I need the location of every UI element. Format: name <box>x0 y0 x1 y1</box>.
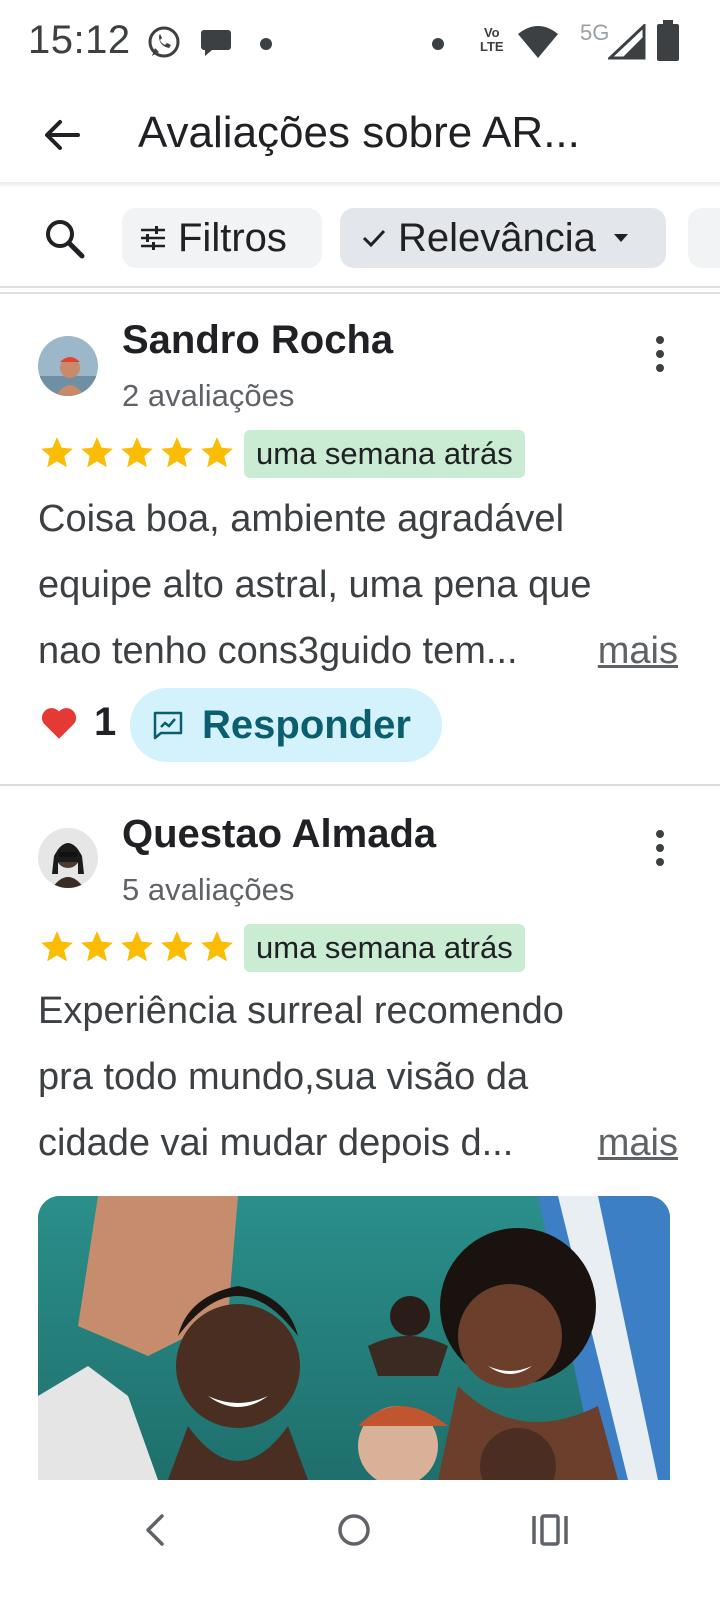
heart-icon <box>41 707 77 739</box>
app-bar: Avaliações sobre AR... <box>0 88 720 184</box>
reaction-count: 1 <box>94 700 117 744</box>
star-icon <box>121 437 153 468</box>
chips-divider <box>0 286 720 288</box>
sort-label: Relevância <box>398 215 596 260</box>
reviewer-review-count: 5 avaliações <box>122 872 295 907</box>
star-rating <box>38 434 236 472</box>
next-chip[interactable] <box>688 208 720 268</box>
review-text-line: equipe alto astral, uma pena que <box>38 564 592 606</box>
more-options-icon[interactable] <box>640 818 680 878</box>
search-icon[interactable] <box>40 214 88 262</box>
avatar[interactable] <box>38 828 98 888</box>
star-icon <box>81 437 113 468</box>
battery-icon <box>657 20 679 61</box>
reply-label: Responder <box>202 702 411 747</box>
tune-icon <box>138 223 168 253</box>
filters-label: Filtros <box>178 215 287 260</box>
signal-icon <box>608 24 646 60</box>
check-icon <box>360 224 388 252</box>
review-text-line: nao tenho cons3guido tem... <box>38 630 518 672</box>
reply-icon <box>152 710 184 740</box>
star-icon <box>41 437 73 468</box>
wifi-icon <box>518 26 558 58</box>
review-photo[interactable] <box>38 1196 670 1480</box>
page-title: Avaliações sobre AR... <box>138 108 580 157</box>
nav-recents-icon[interactable] <box>520 1500 580 1560</box>
dot-icon <box>260 38 272 50</box>
avatar[interactable] <box>38 336 98 396</box>
star-icon <box>41 931 73 962</box>
star-icon <box>201 437 233 468</box>
review-divider <box>0 784 720 786</box>
star-icon <box>121 931 153 962</box>
reply-button[interactable]: Responder <box>130 688 442 762</box>
review-date-badge: uma semana atrás <box>244 924 525 972</box>
filter-chips-row: Filtros Relevância <box>0 192 720 288</box>
reviewer-review-count: 2 avaliações <box>122 378 295 413</box>
reviewer-name[interactable]: Sandro Rocha <box>122 318 393 363</box>
more-options-icon[interactable] <box>640 324 680 384</box>
app-bar-shadow <box>0 182 720 188</box>
system-navigation-bar <box>0 1480 720 1600</box>
review-text[interactable]: Coisa boa, ambiente agradável equipe alt… <box>38 486 678 684</box>
review-text[interactable]: Experiência surreal recomendo pra todo m… <box>38 978 678 1176</box>
dropdown-arrow-icon <box>612 232 630 244</box>
review-text-line: Coisa boa, ambiente agradável <box>38 498 565 540</box>
reaction-summary[interactable]: 1 <box>38 700 116 745</box>
sort-relevance-chip[interactable]: Relevância <box>340 208 666 268</box>
group-selfie-image <box>38 1196 670 1480</box>
more-link[interactable]: mais <box>585 618 678 684</box>
star-icon <box>201 931 233 962</box>
dot-icon <box>432 38 444 50</box>
status-bar: 15:12 Vo LTE 5G <box>0 0 720 88</box>
review-date-badge: uma semana atrás <box>244 430 525 478</box>
back-arrow-icon[interactable] <box>38 110 88 160</box>
reviewer-name[interactable]: Questao Almada <box>122 812 436 857</box>
star-icon <box>81 931 113 962</box>
review-text-line: Experiência surreal recomendo <box>38 990 564 1032</box>
status-time: 15:12 <box>28 18 131 62</box>
star-icon <box>161 437 193 468</box>
chat-bubble-icon <box>201 30 231 56</box>
star-rating <box>38 928 236 966</box>
whatsapp-icon <box>148 26 180 58</box>
review-text-line: pra todo mundo,sua visão da <box>38 1056 529 1098</box>
more-link[interactable]: mais <box>585 1110 678 1176</box>
nav-back-icon[interactable] <box>126 1500 186 1560</box>
star-icon <box>161 931 193 962</box>
review-text-line: cidade vai mudar depois d... <box>38 1122 514 1164</box>
nav-home-icon[interactable] <box>324 1500 384 1560</box>
chips-divider-2 <box>0 292 720 294</box>
filters-chip[interactable]: Filtros <box>122 208 322 268</box>
network-type: 5G <box>580 20 610 45</box>
volte-icon: Vo LTE <box>480 25 504 54</box>
